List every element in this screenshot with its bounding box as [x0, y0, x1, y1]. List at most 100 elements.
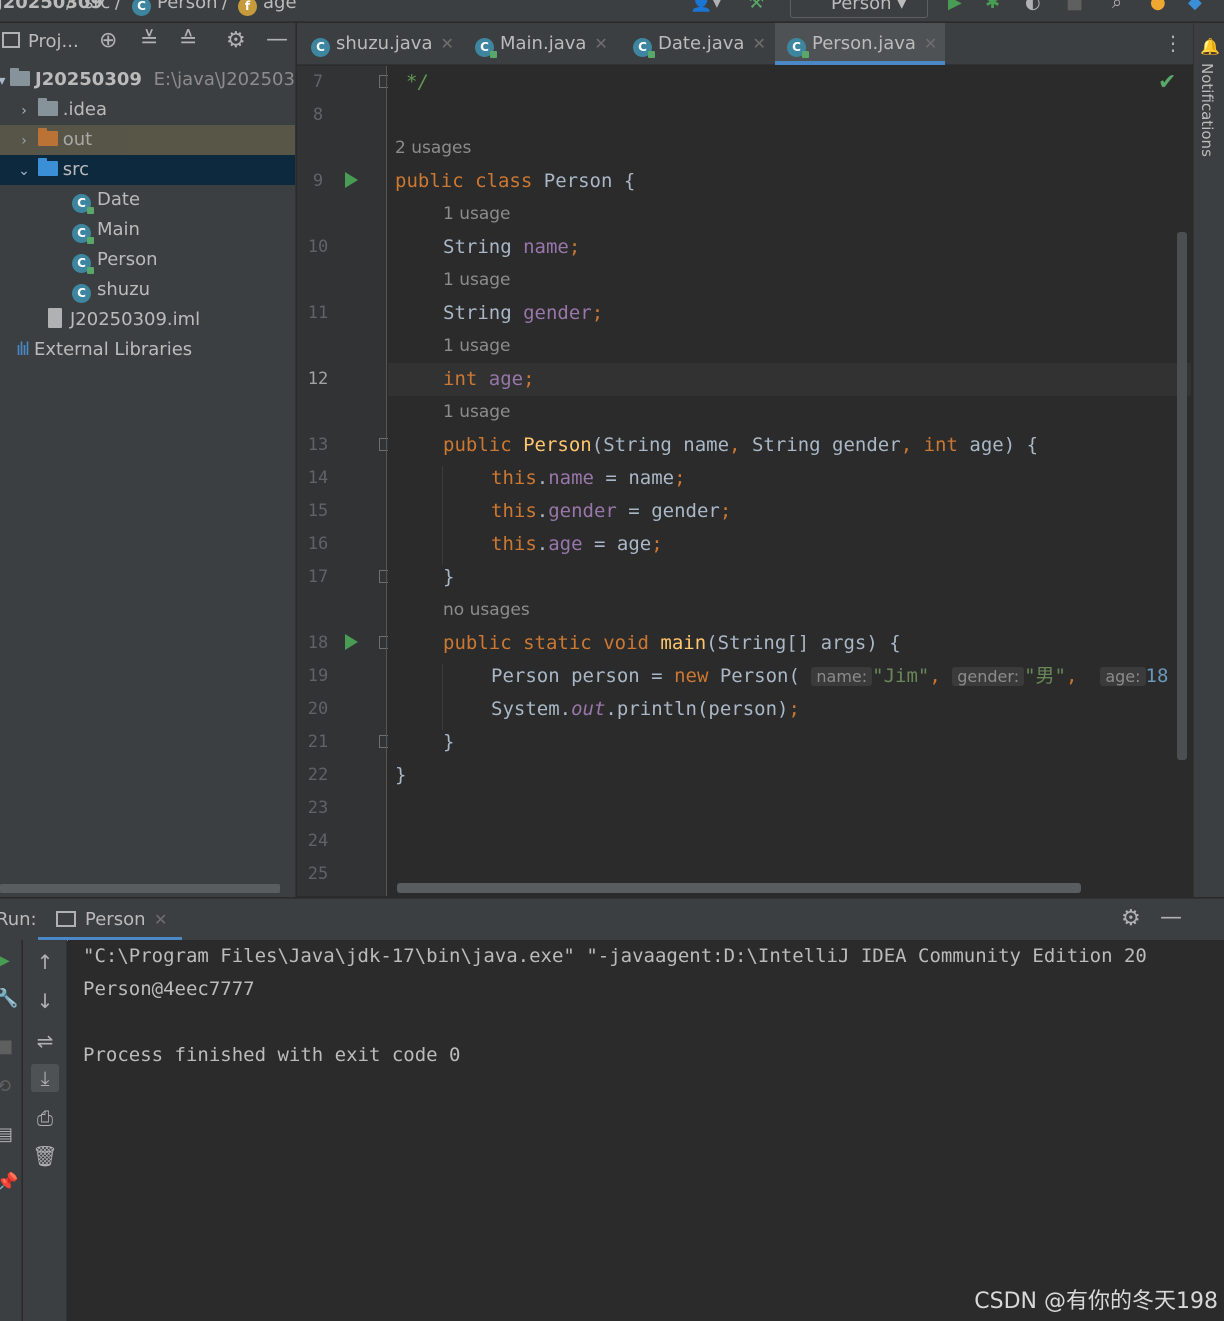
editor-horizontal-scrollbar[interactable]: [397, 883, 1081, 893]
right-tool-strip: 🔔 Notifications: [1193, 23, 1224, 897]
line-number: 19: [307, 666, 329, 686]
tab-main[interactable]: C Main.java ✕: [475, 23, 608, 65]
tab-date[interactable]: C Date.java ✕: [633, 23, 766, 65]
coverage-icon[interactable]: ◐: [1025, 0, 1041, 13]
run-icon[interactable]: ▶: [948, 0, 962, 13]
source-folder-icon: [37, 158, 58, 176]
usage-hint[interactable]: 1 usage: [443, 198, 511, 231]
code-line-7: */: [406, 71, 429, 93]
print-icon[interactable]: ⎙: [31, 1104, 59, 1132]
trash-icon[interactable]: 🗑: [31, 1142, 59, 1170]
code-line-12-current: int age;: [388, 363, 1191, 396]
line-number: 23: [307, 798, 329, 818]
code-editor[interactable]: */ 2 usages public class Person { 1 usag…: [388, 66, 1191, 896]
tree-item-main[interactable]: C Main: [0, 215, 295, 245]
stop-icon[interactable]: ■: [0, 1036, 13, 1057]
class-icon: C: [132, 0, 151, 16]
close-icon[interactable]: ✕: [154, 910, 167, 929]
class-icon: C: [72, 284, 91, 303]
inlay-hint: gender:: [952, 667, 1025, 686]
editor-vertical-scrollbar[interactable]: [1177, 232, 1187, 760]
line-number: 9: [312, 171, 324, 191]
run-label: Run:: [0, 909, 37, 930]
breadcrumb-class[interactable]: C Person: [132, 0, 218, 16]
usage-hint[interactable]: no usages: [443, 594, 530, 627]
tab-shuzu[interactable]: Cshuzu.java ✕: [311, 23, 454, 65]
tree-item-idea[interactable]: › .idea: [0, 95, 295, 125]
tree-item-date[interactable]: C Date: [0, 185, 295, 215]
close-icon[interactable]: ✕: [752, 34, 765, 53]
minimize-icon[interactable]: —: [1160, 905, 1182, 930]
close-icon[interactable]: ✕: [594, 34, 607, 53]
run-main-icon[interactable]: [345, 634, 358, 650]
search-icon[interactable]: ⌕: [1112, 0, 1122, 13]
close-icon[interactable]: ✕: [441, 34, 454, 53]
usage-hint[interactable]: 1 usage: [443, 264, 511, 297]
console-output[interactable]: "C:\Program Files\Java\jdk-17\bin\java.e…: [68, 940, 1224, 1321]
collapse-all-icon[interactable]: ≙: [179, 28, 197, 53]
usage-hint[interactable]: 2 usages: [395, 132, 471, 165]
tree-item-shuzu[interactable]: Cshuzu: [0, 275, 295, 305]
line-number: 8: [312, 105, 324, 125]
build-icon[interactable]: ⚒: [748, 0, 764, 13]
project-panel: Proj... ⊕ ≚ ≙ ⚙ — ▾J20250309 E:\java\J20…: [0, 23, 296, 897]
pin-icon[interactable]: 📌: [0, 1172, 18, 1193]
close-icon[interactable]: ✕: [924, 34, 937, 53]
rerun-icon[interactable]: ▶: [0, 950, 10, 971]
debug-icon[interactable]: ✱: [985, 0, 1000, 13]
stop-icon[interactable]: ■: [1066, 0, 1083, 13]
wrench-icon[interactable]: 🔧: [0, 988, 18, 1009]
navigation-bar: J20250309 / src / C Person / f age 👤▾ ⚒ Pe…: [0, 0, 1224, 22]
user-icon[interactable]: 👤▾: [690, 0, 721, 13]
tree-root[interactable]: ▾J20250309 E:\java\J2025030: [0, 65, 295, 95]
project-panel-title[interactable]: Proj...: [28, 31, 79, 52]
code-line-22: }: [395, 764, 407, 786]
breadcrumb-field[interactable]: f age: [238, 0, 297, 16]
update-icon[interactable]: ●: [1150, 0, 1166, 13]
usage-hint[interactable]: 1 usage: [443, 330, 511, 363]
project-view-icon: [2, 32, 20, 48]
line-number: 17: [307, 567, 329, 587]
code-line-9: public class Person {: [395, 170, 636, 192]
minimize-icon[interactable]: —: [266, 27, 288, 52]
restore-icon[interactable]: ⟲: [0, 1076, 11, 1097]
usage-hint[interactable]: 1 usage: [443, 396, 511, 429]
code-line-13: public Person(String name, String gender…: [443, 434, 1039, 456]
code-line-16: this.age = age;: [491, 533, 663, 555]
tree-item-external-libraries[interactable]: ılıl External Libraries: [0, 335, 295, 365]
class-icon: C: [311, 38, 330, 57]
notifications-tab[interactable]: Notifications: [1198, 63, 1216, 157]
breadcrumb-folder[interactable]: src: [84, 0, 110, 13]
code-line-15: this.gender = gender;: [491, 500, 732, 522]
run-class-icon[interactable]: [345, 172, 358, 188]
tree-item-src[interactable]: ⌄ src: [0, 155, 295, 185]
soft-wrap-icon[interactable]: ⇌: [31, 1027, 59, 1055]
tree-item-out[interactable]: › out: [0, 125, 295, 155]
project-horizontal-scrollbar[interactable]: [0, 884, 280, 893]
excluded-folder-icon: [37, 128, 58, 146]
layout-icon[interactable]: ▤: [0, 1124, 13, 1145]
gear-icon[interactable]: ⚙: [226, 28, 246, 53]
tree-item-person[interactable]: C Person: [0, 245, 295, 275]
line-number: 22: [307, 765, 329, 785]
editor-gutter: 7 8 9 10 11 12 13 14 15 16 17 18 19 20 2…: [297, 66, 391, 896]
target-icon[interactable]: ⊕: [99, 28, 117, 53]
run-tab-person[interactable]: Person ✕: [38, 899, 182, 941]
run-config-select[interactable]: Person ▾: [790, 0, 928, 18]
code-line-10: String name;: [443, 236, 581, 258]
more-icon[interactable]: ⋮: [1163, 31, 1183, 55]
bell-icon[interactable]: 🔔: [1200, 37, 1220, 56]
console-line: Person@4eec7777: [83, 978, 255, 1000]
line-number: 11: [307, 303, 329, 323]
gear-icon[interactable]: ⚙: [1121, 906, 1141, 931]
field-icon: f: [238, 0, 257, 16]
plugin-icon[interactable]: ◆: [1188, 0, 1202, 13]
tree-item-iml[interactable]: J20250309.iml: [0, 305, 295, 335]
tab-person[interactable]: C Person.java ✕: [775, 23, 945, 65]
console-line: "C:\Program Files\Java\jdk-17\bin\java.e…: [83, 945, 1147, 967]
code-line-11: String gender;: [443, 302, 604, 324]
arrow-down-icon[interactable]: ↓: [31, 987, 59, 1015]
arrow-up-icon[interactable]: ↑: [31, 948, 59, 976]
expand-all-icon[interactable]: ≚: [140, 28, 158, 53]
scroll-to-end-icon[interactable]: ⤓: [31, 1064, 59, 1092]
